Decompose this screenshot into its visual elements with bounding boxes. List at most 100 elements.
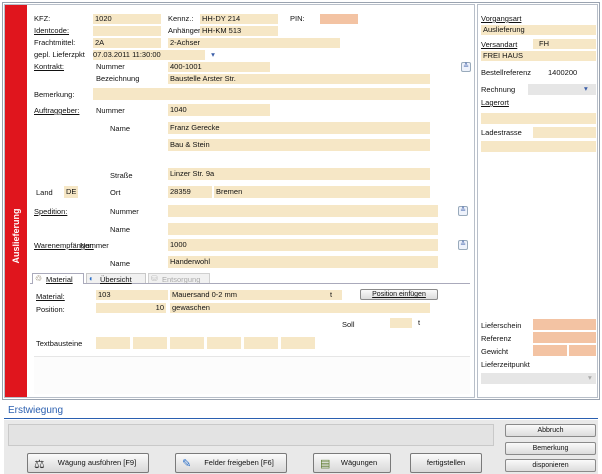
spedition-nummer-label: Nummer (110, 207, 139, 216)
tab-entsorgung-label: Entsorgung (162, 275, 201, 284)
tab-material[interactable]: ♲ Material (32, 273, 84, 284)
auftraggeber-nummer-label: Nummer (96, 106, 125, 115)
textbaustein-field-2[interactable] (133, 337, 167, 349)
lieferzeit-field[interactable]: 07.03.2011 11:30:00 (93, 50, 205, 60)
achser-field[interactable]: 2-Achser (168, 38, 340, 48)
spedition-label: Spedition: (34, 207, 68, 216)
versandart-code-field[interactable]: FH (533, 39, 596, 49)
lieferschein-field[interactable] (533, 319, 596, 330)
lagerort-field-1[interactable] (481, 113, 596, 124)
position-einfuegen-button[interactable]: Position einfügen (360, 289, 438, 300)
abbruch-button[interactable]: Abbruch (505, 424, 596, 437)
textbaustein-field-6[interactable] (281, 337, 315, 349)
bemerkung-field[interactable] (93, 88, 430, 100)
textbaustein-field-4[interactable] (207, 337, 241, 349)
identcode-field[interactable] (93, 26, 161, 36)
ladestrasse-field-2[interactable] (481, 141, 596, 152)
lieferzeit-dropdown[interactable]: ▾ (208, 50, 218, 60)
anhaenger-field[interactable]: HH-KM 513 (200, 26, 278, 36)
ladestrasse-field[interactable] (533, 127, 596, 138)
gewicht-field-1[interactable] (533, 345, 567, 356)
soll-label: Soll (342, 320, 355, 329)
ort-label: Ort (110, 188, 121, 197)
lieferzeitpunkt-dropdown-icon[interactable]: ▾ (588, 373, 592, 383)
vorgangsart-label: Vorgangsart (481, 14, 522, 23)
vorgangsart-field[interactable]: Auslieferung (481, 25, 596, 35)
kontrakt-bez-field[interactable]: Baustelle Arster Str. (168, 74, 430, 84)
tab-material-label: Material (46, 275, 73, 284)
warenempfaenger-nummer-field[interactable]: 1000 (168, 239, 438, 251)
tab-uebersicht-label: Übersicht (100, 275, 132, 284)
waegungen-label: Wägungen (340, 458, 378, 467)
kontrakt-nummer-field[interactable]: 400-1001 (168, 62, 270, 72)
kontrakt-nummer-label: Nummer (96, 62, 125, 71)
land-field[interactable]: DE (64, 186, 78, 198)
tab-uebersicht[interactable]: ◐ Übersicht (86, 273, 146, 284)
material-text-area[interactable] (34, 356, 470, 394)
waegungen-button[interactable]: ▤ Wägungen (313, 453, 391, 473)
auftraggeber-name-label: Name (110, 124, 131, 133)
fertigstellen-button[interactable]: fertigstellen (410, 453, 482, 473)
frachtmittel-field[interactable]: 2A (93, 38, 161, 48)
entsorgung-tab-icon: ⛁ (151, 274, 158, 283)
bestellref-label: Bestellreferenz (481, 68, 532, 77)
material-number-field[interactable]: 103 (96, 290, 168, 300)
textbaustein-field-1[interactable] (96, 337, 130, 349)
referenz-label: Referenz (481, 334, 512, 343)
bemerkung-button-label: Bemerkung (532, 445, 569, 452)
spedition-nummer-field[interactable] (168, 205, 438, 217)
abbruch-label: Abbruch (537, 427, 564, 434)
textbausteine-label: Textbausteine (36, 339, 83, 348)
disponieren-button[interactable]: disponieren (505, 459, 596, 472)
unlock-fields-icon: ✎ (182, 458, 192, 470)
kennz-field[interactable]: HH-DY 214 (200, 14, 278, 24)
material-desc-field[interactable]: Mauersand 0-2 mm (170, 290, 342, 300)
position-number-field[interactable]: 10 (96, 303, 166, 313)
felder-freigeben-label: Felder freigeben [F6] (204, 458, 274, 467)
kontrakt-lookup-icon[interactable]: ≚ (461, 62, 471, 72)
fertigstellen-label: fertigstellen (426, 458, 466, 467)
warenempfaenger-name-label: Name (110, 259, 131, 268)
side-banner: Auslieferung (5, 5, 27, 397)
ort-field[interactable]: Bremen (214, 186, 430, 198)
position-number-value: 10 (155, 303, 164, 312)
auftraggeber-name1-field[interactable]: Franz Gerecke (168, 122, 430, 134)
textbaustein-field-5[interactable] (244, 337, 278, 349)
auftraggeber-nummer-field[interactable]: 1040 (168, 104, 270, 116)
auftraggeber-name2-field[interactable]: Bau & Stein (168, 139, 430, 151)
kontrakt-bez-label: Bezeichnung (96, 74, 140, 83)
gewicht-label: Gewicht (481, 347, 509, 356)
bemerkung-button[interactable]: Bemerkung (505, 442, 596, 455)
rechnung-dropdown-icon[interactable]: ▾ (584, 84, 588, 94)
textbaustein-field-3[interactable] (170, 337, 204, 349)
wiegung-ausfuehren-button[interactable]: ⚖ Wägung ausführen [F9] (27, 453, 149, 473)
warenempfaenger-lookup-icon[interactable]: ≚ (458, 240, 468, 250)
position-desc-field[interactable]: gewaschen (170, 303, 430, 313)
rechnung-label: Rechnung (481, 85, 516, 94)
auftraggeber-label: Auftraggeber: (34, 106, 80, 115)
referenz-field[interactable] (533, 332, 596, 343)
versandart-field[interactable]: FREI HAUS (481, 51, 596, 61)
tab-strip-line (30, 283, 470, 284)
ladestrasse-label: Ladestrasse (481, 128, 522, 137)
soll-unit: t (418, 318, 421, 327)
kfz-label: KFZ: (34, 14, 51, 23)
soll-field[interactable] (390, 318, 412, 328)
tab-entsorgung[interactable]: ⛁ Entsorgung (148, 273, 210, 284)
versandart-label: Versandart (481, 40, 518, 49)
spedition-name-field[interactable] (168, 223, 438, 235)
bestellref-value[interactable]: 1400200 (548, 68, 577, 78)
felder-freigeben-button[interactable]: ✎ Felder freigeben [F6] (175, 453, 287, 473)
gewicht-field-2[interactable] (569, 345, 596, 356)
lieferzeitpunkt-select[interactable] (481, 373, 596, 384)
wiegung-ausfuehren-label: Wägung ausführen [F9] (57, 458, 137, 467)
lieferzeitpunkt-label: Lieferzeitpunkt (481, 360, 530, 369)
auftraggeber-strasse-field[interactable]: Linzer Str. 9a (168, 168, 430, 180)
side-banner-label: Auslieferung (11, 208, 21, 264)
spedition-lookup-icon[interactable]: ≚ (458, 206, 468, 216)
kfz-field[interactable]: 1020 (93, 14, 161, 24)
warenempfaenger-name-field[interactable]: Handerwohl (168, 256, 438, 268)
plz-field[interactable]: 28359 (168, 186, 212, 198)
spedition-name-label: Name (110, 225, 131, 234)
pin-field[interactable] (320, 14, 358, 24)
